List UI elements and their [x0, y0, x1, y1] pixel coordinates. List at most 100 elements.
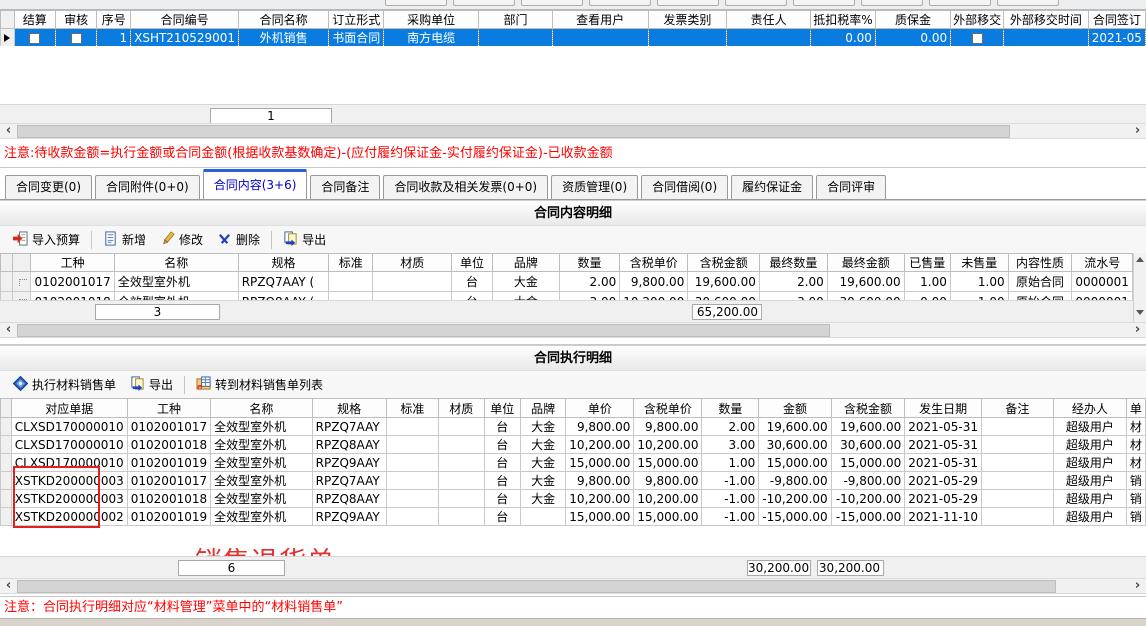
column-header[interactable]: 含税金额: [688, 254, 760, 272]
grid-cell[interactable]: 0102001018: [127, 436, 210, 454]
table-row[interactable]: 0102001017全效型室外机RPZQ7AAY (台大金2.009,800.0…: [1, 272, 1133, 292]
grid-cell[interactable]: 1.00: [904, 272, 950, 292]
scroll-left-icon[interactable]: ‹: [0, 124, 17, 138]
grid-cell[interactable]: 销: [1126, 508, 1145, 526]
column-header[interactable]: 查看用户: [552, 11, 648, 29]
grid-cell[interactable]: 19,600.00: [688, 272, 760, 292]
grid-cell[interactable]: [329, 292, 373, 301]
grid-cell[interactable]: 9,800.00: [634, 472, 702, 490]
grid-cell[interactable]: RPZQ9AAY: [312, 454, 386, 472]
column-header[interactable]: 单位: [452, 254, 492, 272]
column-header[interactable]: 内容性质: [1008, 254, 1072, 272]
column-header[interactable]: 含税单价: [634, 399, 702, 418]
grid-cell[interactable]: 南方电缆: [384, 29, 479, 47]
grid-cell[interactable]: [386, 454, 438, 472]
grid-cell[interactable]: 10,200.00: [620, 292, 688, 301]
grid-cell[interactable]: 2021-05-31: [905, 454, 982, 472]
column-header[interactable]: 抵扣税率%: [810, 11, 875, 29]
column-header[interactable]: 含税单价: [620, 254, 688, 272]
grid-cell[interactable]: 全效型室外机: [211, 436, 313, 454]
column-header[interactable]: 合同签订: [1088, 11, 1145, 29]
grid-cell[interactable]: 超级用户: [1053, 418, 1126, 436]
column-header[interactable]: 工种: [127, 399, 210, 418]
grid-cell[interactable]: -1.00: [702, 490, 759, 508]
grid-cell[interactable]: RPZQ7AAY: [312, 472, 386, 490]
column-header[interactable]: 责任人: [727, 11, 811, 29]
grid-cell[interactable]: [438, 508, 484, 526]
grid-cell[interactable]: [14, 29, 55, 47]
grid-cell[interactable]: 30,600.00: [827, 292, 904, 301]
grid-cell[interactable]: 1.00: [950, 292, 1008, 301]
contract-grid-hscrollbar[interactable]: ‹ ›: [0, 123, 1146, 139]
grid-cell[interactable]: 0102001017: [31, 272, 114, 292]
column-header[interactable]: 未售量: [950, 254, 1008, 272]
grid-cell[interactable]: -1.00: [702, 472, 759, 490]
column-header[interactable]: 最终数量: [759, 254, 827, 272]
column-header[interactable]: 品牌: [492, 254, 559, 272]
grid-cell[interactable]: [329, 272, 373, 292]
grid-cell[interactable]: [727, 29, 811, 47]
grid-cell[interactable]: 10,200.00: [566, 436, 634, 454]
grid-cell[interactable]: 全效型室外机: [211, 454, 313, 472]
grid-cell[interactable]: -1.00: [702, 508, 759, 526]
delete-button[interactable]: 删除: [210, 229, 267, 251]
column-header[interactable]: 单位: [484, 399, 521, 418]
table-row[interactable]: CLXSD1700000100102001018全效型室外机RPZQ8AAY台大…: [1, 436, 1146, 454]
grid-cell[interactable]: 台: [484, 436, 521, 454]
grid-cell[interactable]: 台: [484, 508, 521, 526]
grid-cell[interactable]: RPZQ8AAY (: [238, 292, 329, 301]
grid-cell[interactable]: XSHT210529001: [131, 29, 239, 47]
grid-cell[interactable]: [521, 508, 566, 526]
scroll-down-icon[interactable]: [1136, 310, 1144, 315]
grid-cell[interactable]: [552, 29, 648, 47]
grid-cell[interactable]: 销: [1126, 472, 1145, 490]
grid-cell[interactable]: 超级用户: [1053, 436, 1126, 454]
scrollbar-thumb[interactable]: [17, 125, 1010, 138]
grid-cell[interactable]: [982, 508, 1054, 526]
grid-cell[interactable]: 19,600.00: [759, 418, 831, 436]
goto-sales-order-list-button[interactable]: e 转到材料销售单列表: [189, 374, 330, 396]
column-header[interactable]: 标准: [386, 399, 438, 418]
grid-cell[interactable]: [982, 454, 1054, 472]
grid-cell[interactable]: 超级用户: [1053, 472, 1126, 490]
grid-cell[interactable]: 0102001019: [127, 508, 210, 526]
grid-cell[interactable]: 超级用户: [1053, 490, 1126, 508]
export-button[interactable]: 导出: [276, 229, 333, 251]
grid-cell[interactable]: -15,000.00: [759, 508, 831, 526]
column-header[interactable]: 名称: [114, 254, 238, 272]
grid-cell[interactable]: 2021-05-31: [905, 436, 982, 454]
grid-cell[interactable]: 2.00: [702, 418, 759, 436]
column-header[interactable]: 品牌: [521, 399, 566, 418]
grid-cell[interactable]: 2.00: [559, 272, 619, 292]
column-header[interactable]: 已售量: [904, 254, 950, 272]
grid-cell[interactable]: 3.00: [702, 436, 759, 454]
grid-cell[interactable]: 0102001017: [127, 418, 210, 436]
grid-cell[interactable]: -10,200.00: [831, 490, 905, 508]
grid-cell[interactable]: [386, 472, 438, 490]
column-header[interactable]: 审核: [55, 11, 96, 29]
grid-cell[interactable]: [951, 29, 1004, 47]
checkbox[interactable]: [71, 33, 82, 44]
grid-cell[interactable]: [982, 436, 1054, 454]
grid-cell[interactable]: 30,600.00: [759, 436, 831, 454]
exec-export-button[interactable]: 导出: [123, 374, 180, 396]
grid-cell[interactable]: 台: [484, 418, 521, 436]
grid-cell[interactable]: CLXSD170000010: [11, 418, 127, 436]
record-count-box[interactable]: 1: [210, 108, 332, 124]
table-row[interactable]: 1XSHT210529001外机销售书面合同南方电缆0.000.002021-0…: [1, 29, 1146, 47]
grid-cell[interactable]: [982, 490, 1054, 508]
grid-cell[interactable]: 大金: [521, 418, 566, 436]
grid-cell[interactable]: 1.00: [950, 272, 1008, 292]
tab-5[interactable]: 资质管理(0): [551, 175, 638, 199]
grid-cell[interactable]: 9,800.00: [620, 272, 688, 292]
grid-cell[interactable]: [982, 472, 1054, 490]
column-header[interactable]: 金额: [759, 399, 831, 418]
tab-6[interactable]: 合同借阅(0): [641, 175, 728, 199]
grid-cell[interactable]: 0102001019: [127, 454, 210, 472]
grid-cell[interactable]: 3.00: [759, 292, 827, 301]
column-header[interactable]: 标准: [329, 254, 373, 272]
grid-cell[interactable]: 原始合同: [1008, 272, 1072, 292]
grid-cell[interactable]: 2021-11-10: [905, 508, 982, 526]
grid-cell[interactable]: [438, 436, 484, 454]
import-budget-button[interactable]: 导入预算: [6, 229, 87, 251]
